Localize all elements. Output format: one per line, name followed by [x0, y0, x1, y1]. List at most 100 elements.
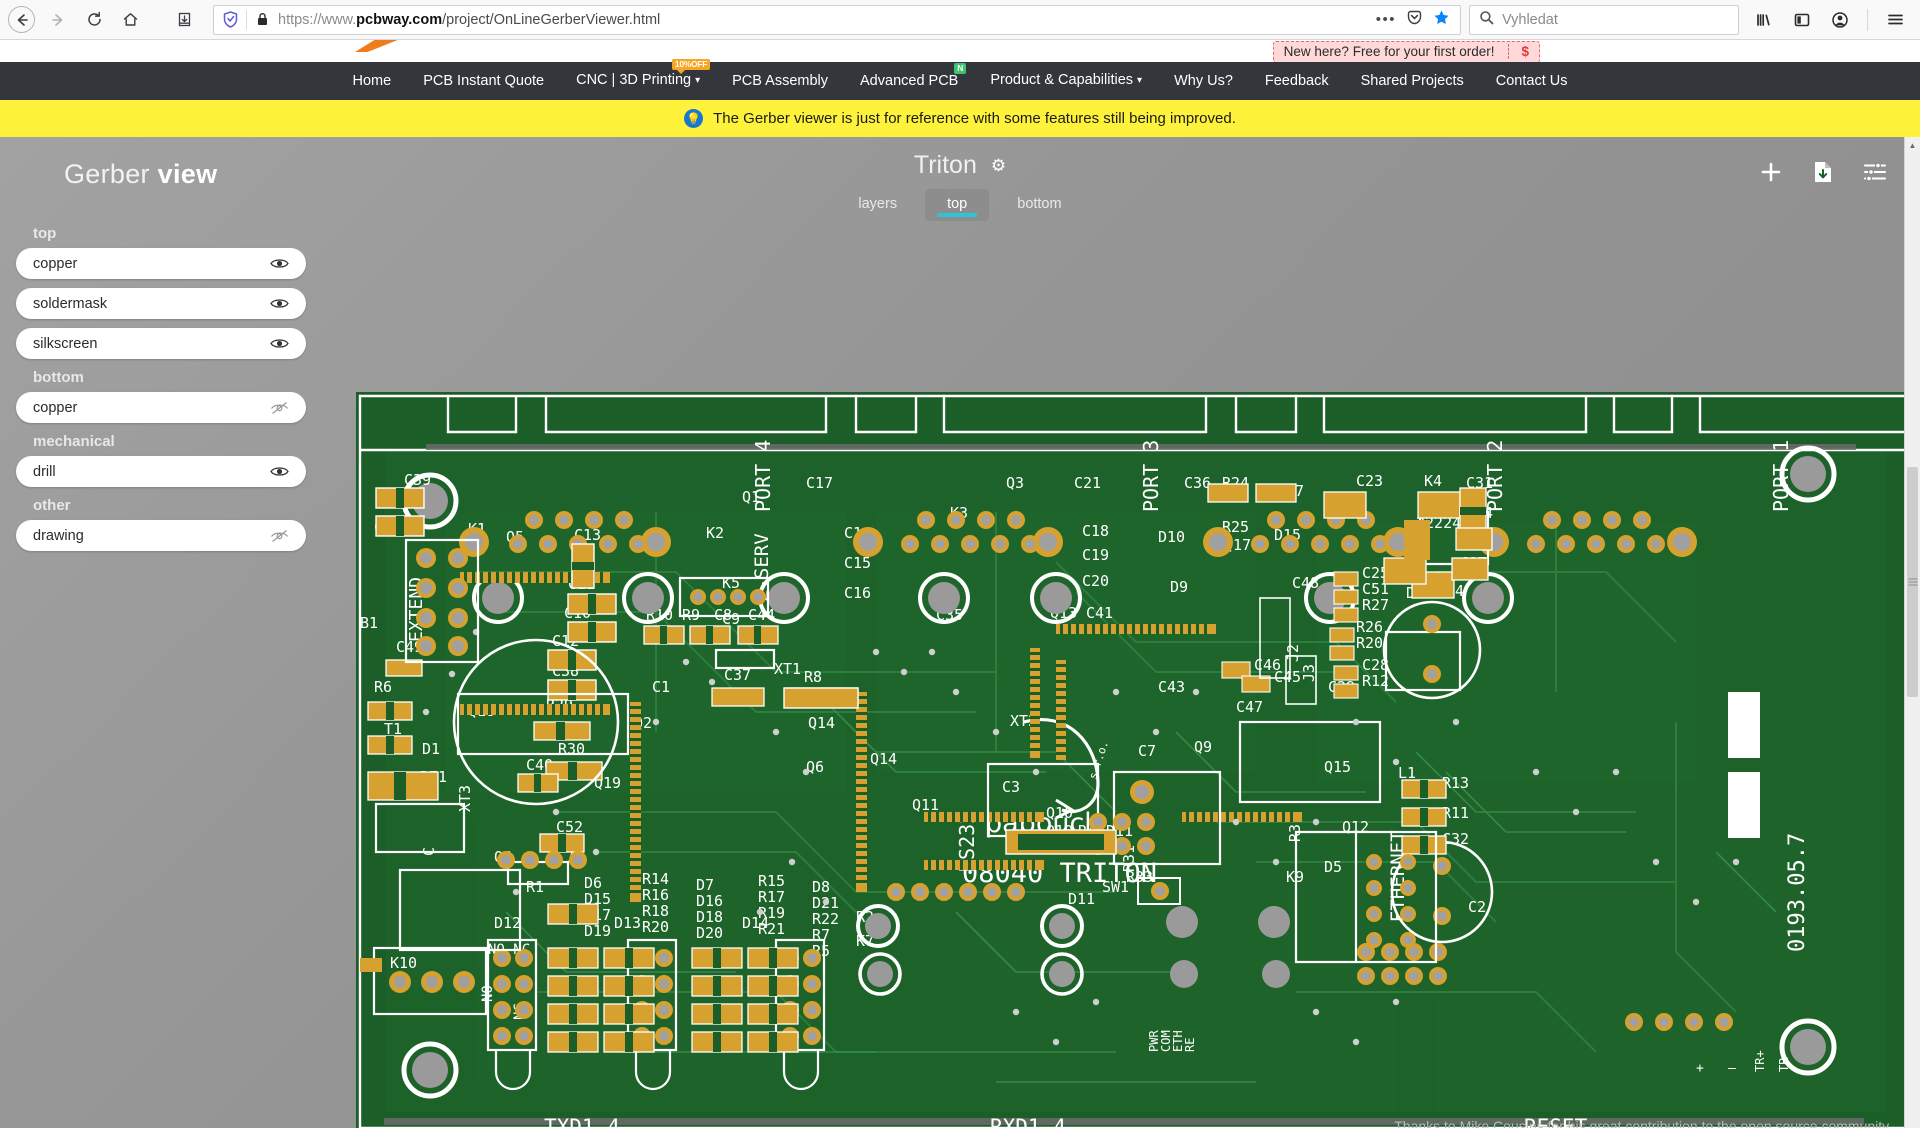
reader-pocket-icon[interactable] [1406, 9, 1423, 31]
nav-label: PCB Assembly [732, 73, 829, 89]
svg-text:Q15: Q15 [1324, 758, 1351, 776]
svg-text:Q14: Q14 [870, 750, 897, 768]
nav-item-product-capabilities[interactable]: Product & Capabilities ▾ [974, 61, 1158, 101]
chevron-down-icon: ▾ [695, 75, 701, 86]
reload-button[interactable] [77, 4, 111, 36]
svg-text:C39: C39 [404, 471, 431, 489]
svg-text:C43: C43 [1158, 678, 1185, 696]
eye-visible-icon[interactable] [269, 297, 289, 311]
scroll-grip-icon [1908, 578, 1917, 586]
layer-row-top-copper[interactable]: copper [16, 248, 306, 279]
back-button[interactable] [8, 6, 35, 33]
svg-text:C19: C19 [1082, 546, 1109, 564]
pcbway-logo-icon [355, 40, 397, 52]
tab-layers[interactable]: layers [836, 189, 919, 221]
svg-text:K4: K4 [1424, 472, 1442, 490]
promo-banner[interactable]: New here? Free for your first order! $ [1272, 41, 1540, 62]
svg-text:R20: R20 [1356, 634, 1383, 652]
svg-text:Q3: Q3 [1006, 474, 1024, 492]
scroll-thumb[interactable] [1907, 467, 1918, 697]
promo-text: New here? Free for your first order! [1283, 44, 1495, 59]
nav-item-pcb-assembly[interactable]: PCB Assembly [716, 62, 844, 100]
nav-label: Product & Capabilities [990, 72, 1134, 88]
svg-text:K2: K2 [706, 524, 724, 542]
account-button[interactable] [1823, 4, 1857, 36]
nav-item-shared-projects[interactable]: Shared Projects [1345, 62, 1480, 100]
app-menu-button[interactable] [1878, 4, 1912, 36]
svg-text:T1: T1 [384, 720, 402, 738]
nav-label: Why Us? [1174, 73, 1233, 89]
svg-text:Q9: Q9 [1194, 738, 1212, 756]
layer-group-top: top [33, 225, 57, 242]
silk-revision: 0193.05.7 [1785, 833, 1810, 952]
svg-text:C52: C52 [556, 818, 583, 836]
svg-text:C23: C23 [1356, 472, 1383, 490]
svg-text:C17: C17 [806, 474, 833, 492]
layer-group-other: other [33, 497, 71, 514]
svg-text:C3: C3 [1002, 778, 1020, 796]
search-input[interactable]: Vyhledat [1502, 12, 1558, 28]
tab-bottom[interactable]: bottom [995, 189, 1083, 221]
nav-item-contact-us[interactable]: Contact Us [1480, 62, 1584, 100]
padlock-icon[interactable] [254, 11, 271, 29]
shield-icon[interactable] [222, 11, 239, 29]
eye-hidden-icon[interactable] [269, 401, 289, 415]
home-button[interactable] [113, 4, 147, 36]
eye-visible-icon[interactable] [269, 465, 289, 479]
layer-row-drawing[interactable]: drawing [16, 520, 306, 551]
bookmark-star-icon[interactable] [1433, 9, 1450, 31]
nav-label: Contact Us [1495, 73, 1568, 89]
svg-text:D12: D12 [494, 914, 521, 932]
sliders-icon[interactable] [1862, 159, 1888, 185]
pcb-board[interactable]: PORT 4 PORT 3 PORT 2 PORT 1 Z-SERV EXTEN… [356, 392, 1920, 1128]
page-top-strip: New here? Free for your first order! $ [0, 40, 1920, 62]
browser-toolbar: https://www.pcbway.com/project/OnLineGer… [0, 0, 1920, 40]
nav-item-cnc-3d-printing[interactable]: CNC | 3D Printing ▾ 10%OFF [560, 59, 716, 101]
layer-label: silkscreen [33, 335, 98, 352]
nav-item-advanced-pcb[interactable]: Advanced PCB N [844, 62, 974, 100]
page-actions-icon[interactable]: ••• [1376, 12, 1396, 27]
eye-visible-icon[interactable] [269, 257, 289, 271]
sidebar-button[interactable] [1785, 4, 1819, 36]
forward-button[interactable] [41, 4, 75, 36]
svg-text:C47: C47 [1236, 698, 1263, 716]
gear-icon[interactable]: ⚙ [991, 156, 1006, 176]
eye-hidden-icon[interactable] [269, 529, 289, 543]
svg-text:D20: D20 [696, 924, 723, 942]
layer-row-top-soldermask[interactable]: soldermask [16, 288, 306, 319]
layer-row-bottom-copper[interactable]: copper [16, 392, 306, 423]
url-domain: pcbway.com [356, 11, 443, 28]
file-download-icon[interactable] [1810, 159, 1836, 185]
scroll-up-arrow[interactable]: ▲ [1905, 137, 1920, 153]
svg-text:R20: R20 [642, 918, 669, 936]
nav-item-pcb-instant-quote[interactable]: PCB Instant Quote [407, 62, 560, 100]
browser-search-bar[interactable]: Vyhledat [1469, 4, 1739, 35]
eye-visible-icon[interactable] [269, 337, 289, 351]
svg-text:XT1: XT1 [774, 660, 801, 678]
url-text[interactable]: https://www.pcbway.com/project/OnLineGer… [278, 12, 1369, 28]
url-bar[interactable]: https://www.pcbway.com/project/OnLineGer… [213, 4, 1461, 35]
url-path: /project/OnLineGerberViewer.html [442, 11, 661, 28]
url-protocol: https://www. [278, 11, 357, 28]
tab-top[interactable]: top [925, 189, 990, 221]
pcb-svg: PORT 4 PORT 3 PORT 2 PORT 1 Z-SERV EXTEN… [356, 392, 1920, 1128]
nav-item-why-us[interactable]: Why Us? [1158, 62, 1249, 100]
nav-item-feedback[interactable]: Feedback [1249, 62, 1345, 100]
silk-rxd: RXD1-4 [990, 1115, 1066, 1128]
svg-text:R30: R30 [558, 740, 585, 758]
library-button[interactable] [1747, 4, 1781, 36]
page-scrollbar[interactable]: ▲ ▼ [1904, 137, 1920, 1128]
svg-text:Q11: Q11 [912, 796, 939, 814]
pocket-save-button[interactable] [167, 4, 201, 36]
site-navigation: Home PCB Instant Quote CNC | 3D Printing… [0, 59, 1920, 101]
layer-row-top-silkscreen[interactable]: silkscreen [16, 328, 306, 359]
svg-text:D10: D10 [1158, 528, 1185, 546]
new-badge: N [954, 63, 967, 74]
svg-text:D11: D11 [1068, 890, 1095, 908]
svg-text:C41: C41 [1086, 604, 1113, 622]
plus-icon[interactable] [1758, 159, 1784, 185]
nav-item-home[interactable]: Home [337, 62, 408, 100]
board-name: Triton [913, 151, 977, 179]
layer-label: soldermask [33, 295, 108, 312]
layer-row-drill[interactable]: drill [16, 456, 306, 487]
